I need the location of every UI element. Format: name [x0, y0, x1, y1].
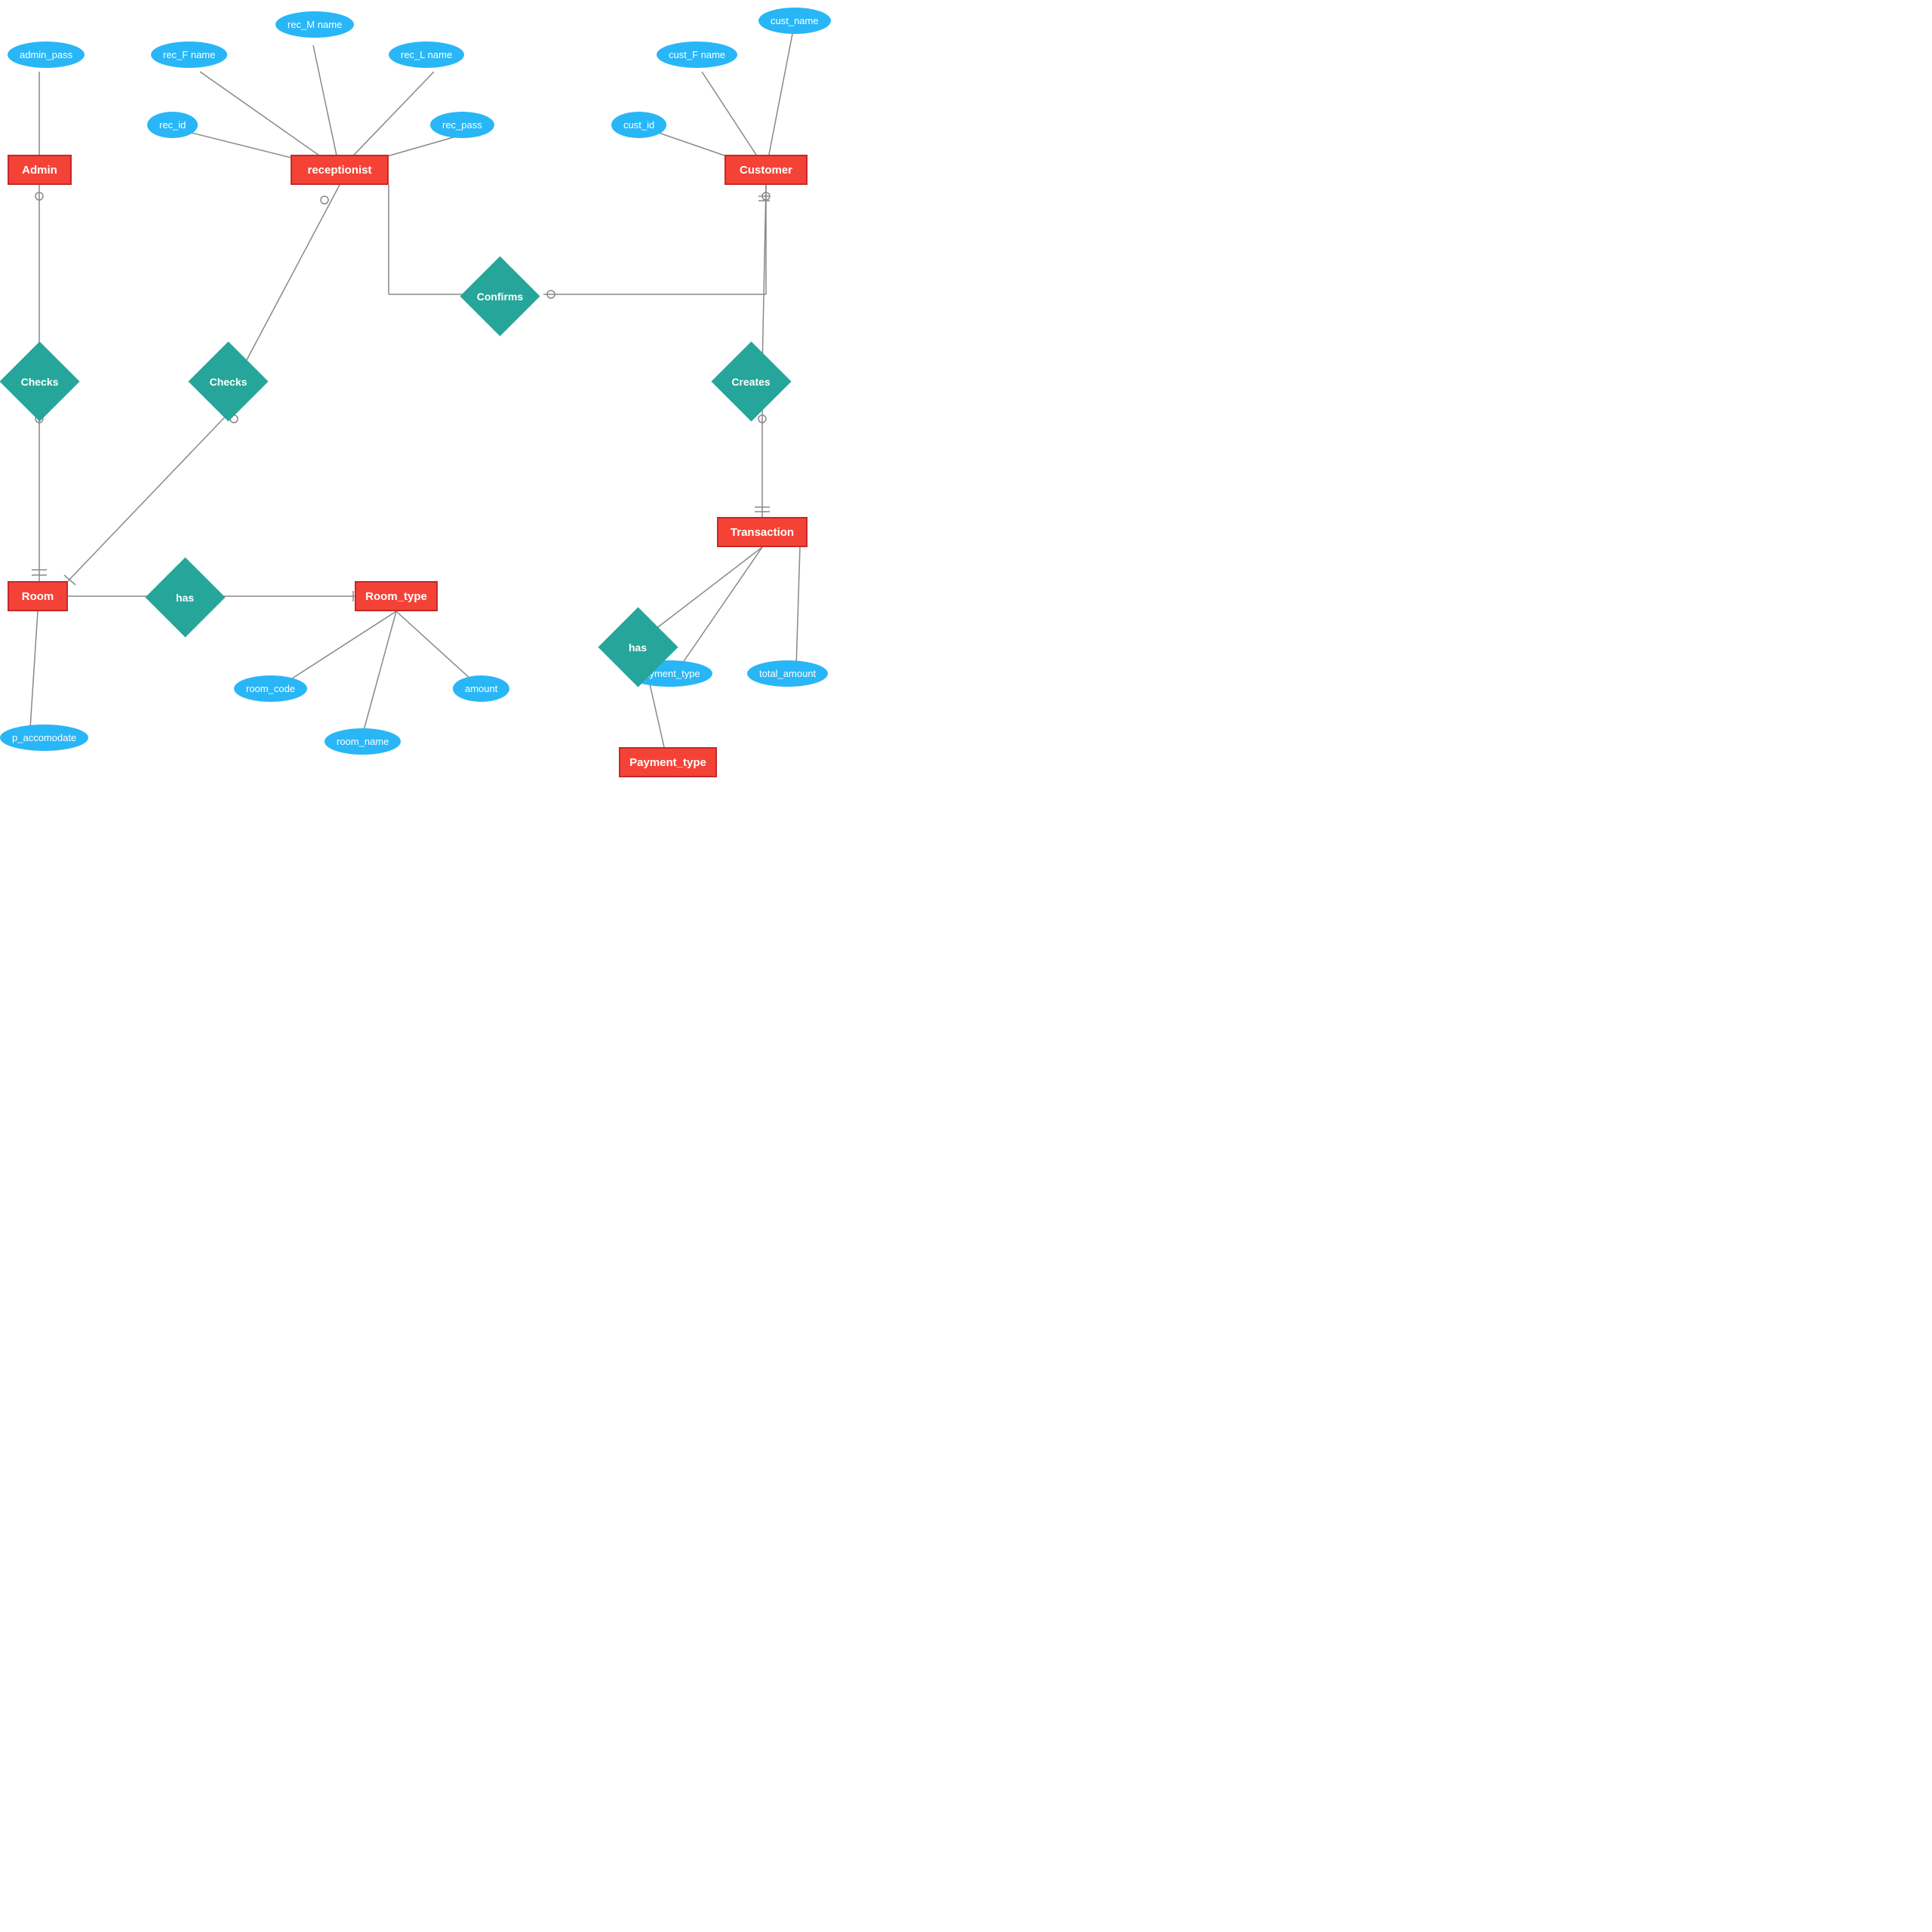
payment-type-entity: Payment_type [619, 747, 717, 777]
has1-relationship: has [151, 569, 219, 626]
checks2-relationship: Checks [192, 353, 264, 410]
rec-l-name-attr: rec_L name [389, 42, 464, 68]
customer-entity: Customer [724, 155, 808, 185]
room-name-attr: room_name [325, 728, 401, 755]
rec-m-name-attr: rec_M name [275, 11, 354, 38]
receptionist-entity: receptionist [291, 155, 389, 185]
cust-name-attr: cust_name [758, 8, 831, 34]
cust-f-name-attr: cust_F name [657, 42, 737, 68]
rec-pass-attr: rec_pass [430, 112, 494, 138]
confirms-relationship: Confirms [464, 268, 536, 325]
room-entity: Room [8, 581, 68, 611]
creates-relationship: Creates [713, 353, 789, 410]
cust-id-attr: cust_id [611, 112, 666, 138]
room-type-entity: Room_type [355, 581, 438, 611]
admin-pass-attr: admin_pass [8, 42, 85, 68]
amount-attr: amount [453, 675, 509, 702]
rec-f-name-attr: rec_F name [151, 42, 227, 68]
has2-relationship: has [604, 619, 672, 675]
rec-id-attr: rec_id [147, 112, 198, 138]
room-code-attr: room_code [234, 675, 307, 702]
transaction-entity: Transaction [717, 517, 808, 547]
p-accomodate-attr: p_accomodate [0, 724, 88, 751]
total-amount-attr: total_amount [747, 660, 828, 687]
checks1-relationship: Checks [4, 353, 75, 410]
admin-entity: Admin [8, 155, 72, 185]
